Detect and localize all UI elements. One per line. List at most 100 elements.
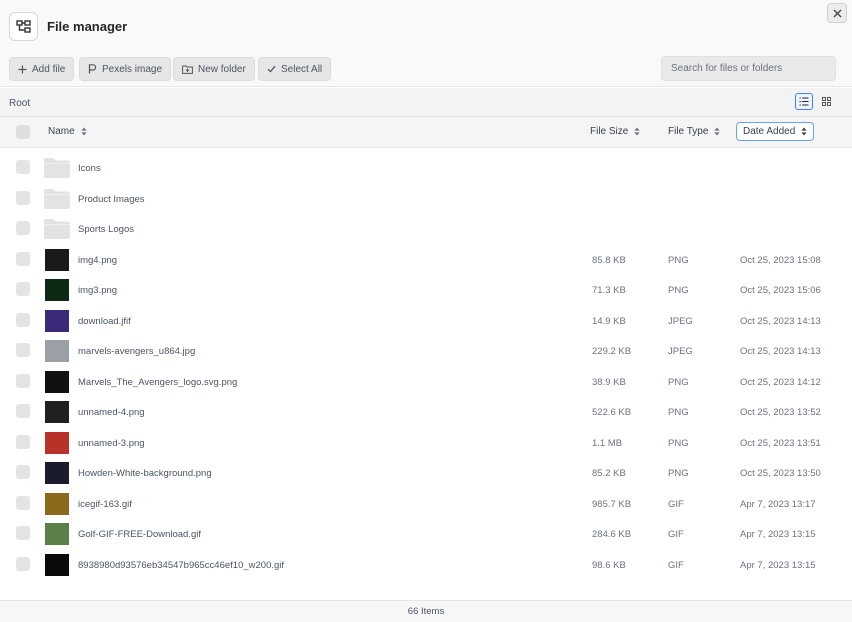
- table-row[interactable]: img3.png 71.3 KB PNG Oct 25, 2023 15:06: [0, 275, 852, 305]
- close-button[interactable]: [827, 3, 847, 23]
- select-all-checkbox[interactable]: [16, 125, 30, 139]
- table-row[interactable]: marvels-avengers_u864.jpg 229.2 KB JPEG Oct…: [0, 336, 852, 366]
- table-row[interactable]: Product Images: [0, 184, 852, 214]
- file-type: GIF: [668, 559, 684, 571]
- pexels-image-button[interactable]: Pexels image: [79, 57, 172, 81]
- file-type: JPEG: [668, 346, 693, 357]
- list-icon: [799, 97, 809, 106]
- file-thumbnail: [42, 248, 72, 271]
- file-size: 71.3 KB: [592, 285, 626, 296]
- row-checkbox[interactable]: [16, 465, 30, 479]
- table-row[interactable]: unnamed-4.png 522.6 KB PNG Oct 25, 2023 13:…: [0, 397, 852, 427]
- table-row[interactable]: Howden-White-background.png 85.2 KB PNG Oct…: [0, 458, 852, 488]
- file-date: Oct 25, 2023 14:12: [740, 376, 821, 388]
- title-bar: File manager: [0, 0, 852, 52]
- row-checkbox[interactable]: [16, 434, 30, 449]
- list-view-button[interactable]: [795, 93, 813, 110]
- folder-plus-icon: [182, 65, 193, 74]
- row-checkbox[interactable]: [16, 343, 30, 357]
- row-checkbox[interactable]: [16, 526, 30, 540]
- file-name: icegif-163.gif: [78, 498, 132, 510]
- toolbar: Add file Pexels image New folder Select …: [0, 52, 852, 87]
- file-type: PNG: [668, 437, 689, 449]
- breadcrumb: Root: [0, 88, 852, 117]
- file-size: 85.2 KB: [592, 468, 626, 479]
- file-name: download.jfif: [78, 315, 131, 327]
- file-tree-icon: [9, 12, 38, 41]
- row-checkbox[interactable]: [16, 373, 30, 388]
- column-size[interactable]: File Size: [590, 126, 640, 137]
- folder-icon: [42, 217, 72, 241]
- table-row[interactable]: icegif-163.gif 985.7 KB GIF Apr 7, 2023 13:…: [0, 489, 852, 519]
- select-all-label: Select All: [281, 63, 323, 75]
- file-size: 85.8 KB: [592, 254, 626, 266]
- check-icon: [267, 65, 276, 73]
- file-type: GIF: [668, 498, 684, 510]
- table-row[interactable]: download.jfif 14.9 KB JPEG Oct 25, 2023 14:…: [0, 306, 852, 336]
- item-count: 66 Items: [407, 606, 445, 617]
- folder-icon: [42, 156, 72, 180]
- add-file-button[interactable]: Add file: [9, 57, 75, 81]
- grid-view-button[interactable]: [817, 93, 835, 110]
- table-row[interactable]: img4.png 85.8 KB PNG Oct 25, 2023 15:08: [0, 245, 852, 275]
- row-checkbox[interactable]: [16, 160, 30, 174]
- plus-icon: [18, 65, 27, 73]
- row-checkbox[interactable]: [16, 251, 30, 266]
- column-date[interactable]: Date Added: [736, 122, 815, 141]
- column-size-label: File Size: [590, 126, 629, 137]
- new-folder-label: New folder: [198, 63, 246, 75]
- table-header: Name File Size File Type Date Added: [0, 117, 852, 148]
- close-icon: [833, 9, 841, 17]
- status-bar: 66 Items: [0, 600, 852, 622]
- file-size: 38.9 KB: [592, 376, 626, 388]
- file-name: Icons: [78, 163, 101, 174]
- pexels-image-label: Pexels image: [102, 63, 163, 75]
- sort-icon: [801, 127, 807, 136]
- search-input[interactable]: [661, 56, 836, 81]
- file-size: 98.6 KB: [592, 559, 626, 571]
- table-row[interactable]: Golf-GIF-FREE-Download.gif 284.6 KB GIF Apr…: [0, 519, 852, 549]
- column-name[interactable]: Name: [48, 126, 87, 137]
- file-date: Apr 7, 2023 13:15: [740, 559, 816, 571]
- column-date-label: Date Added: [743, 126, 796, 137]
- file-thumbnail: [42, 431, 72, 454]
- table-row[interactable]: unnamed-3.png 1.1 MB PNG Oct 25, 2023 13:51: [0, 428, 852, 458]
- table-row[interactable]: Icons: [0, 153, 852, 183]
- file-date: Oct 25, 2023 13:52: [740, 407, 821, 418]
- row-checkbox[interactable]: [16, 556, 30, 571]
- row-checkbox[interactable]: [16, 282, 30, 296]
- row-checkbox[interactable]: [16, 495, 30, 510]
- file-thumbnail: [42, 340, 72, 362]
- file-name: img4.png: [78, 254, 118, 266]
- file-type: PNG: [668, 285, 689, 296]
- file-thumbnail: [42, 370, 72, 393]
- file-type: PNG: [668, 407, 689, 418]
- row-checkbox[interactable]: [16, 312, 30, 327]
- sort-icon: [714, 127, 720, 136]
- row-checkbox[interactable]: [16, 221, 30, 235]
- file-type: GIF: [668, 529, 684, 540]
- file-thumbnail: [42, 523, 72, 545]
- file-date: Oct 25, 2023 14:13: [740, 346, 821, 357]
- column-type-label: File Type: [668, 126, 709, 137]
- table-row[interactable]: 8938980d93576eb34547b965cc46ef10_w200.gi…: [0, 550, 852, 580]
- breadcrumb-root[interactable]: Root: [9, 98, 30, 109]
- file-date: Oct 25, 2023 14:13: [740, 315, 821, 327]
- file-type: PNG: [668, 376, 689, 388]
- row-checkbox[interactable]: [16, 190, 30, 205]
- folder-icon: [42, 187, 72, 211]
- file-thumbnail: [42, 309, 72, 332]
- row-checkbox[interactable]: [16, 404, 30, 418]
- file-name: Marvels_The_Avengers_logo.svg.png: [78, 376, 238, 388]
- file-list: Icons Product Images Sports Logos img4.png 8…: [0, 148, 852, 600]
- file-size: 985.7 KB: [592, 498, 632, 510]
- file-size: 522.6 KB: [592, 407, 632, 418]
- column-type[interactable]: File Type: [668, 126, 720, 137]
- file-thumbnail: [42, 462, 72, 484]
- file-name: unnamed-4.png: [78, 407, 145, 418]
- file-type: PNG: [668, 468, 689, 479]
- table-row[interactable]: Sports Logos: [0, 214, 852, 244]
- table-row[interactable]: Marvels_The_Avengers_logo.svg.png 38.9 KB…: [0, 367, 852, 397]
- new-folder-button[interactable]: New folder: [173, 57, 255, 81]
- select-all-button[interactable]: Select All: [258, 57, 332, 81]
